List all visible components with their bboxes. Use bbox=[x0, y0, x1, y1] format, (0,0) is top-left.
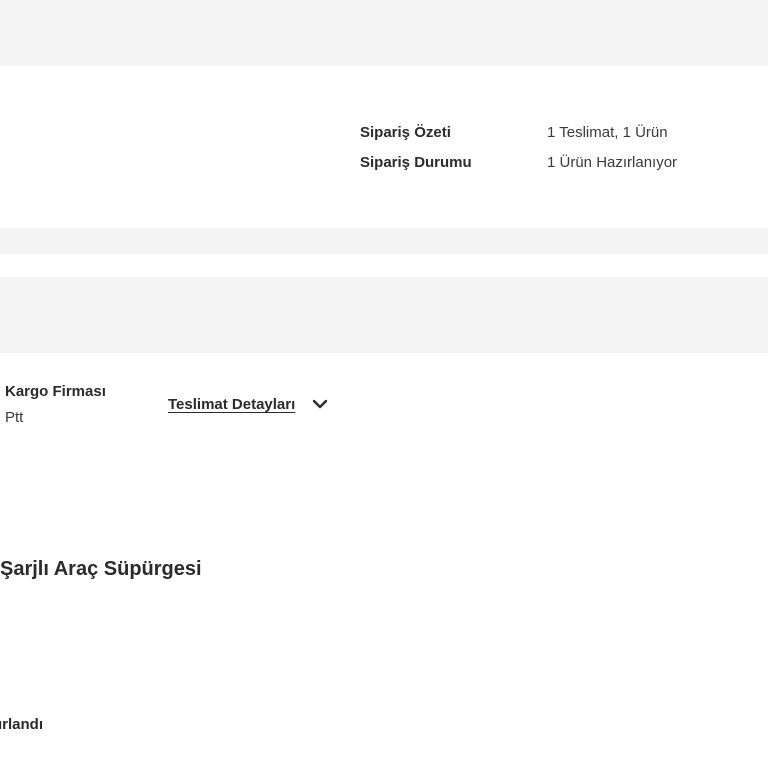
section-divider-band bbox=[0, 228, 768, 254]
top-header-band bbox=[0, 0, 768, 66]
delivery-details-link[interactable]: Teslimat Detayları bbox=[168, 396, 295, 413]
cargo-company-value: Ptt bbox=[5, 409, 24, 426]
order-status-label: Sipariş Durumu bbox=[360, 154, 472, 171]
cargo-company-label: Kargo Firması bbox=[5, 383, 106, 400]
order-status-value: 1 Ürün Hazırlanıyor bbox=[547, 154, 678, 171]
product-status-text: ırlandı bbox=[0, 716, 44, 733]
order-summary-value: 1 Teslimat, 1 Ürün bbox=[547, 124, 668, 141]
chevron-down-icon[interactable] bbox=[311, 395, 329, 413]
order-summary-label: Sipariş Özeti bbox=[360, 124, 451, 141]
shipment-header-band bbox=[0, 277, 768, 353]
product-title[interactable]: Şarjlı Araç Süpürgesi bbox=[0, 558, 202, 581]
order-detail-page: Sipariş Özeti 1 Teslimat, 1 Ürün Sipariş… bbox=[0, 0, 768, 768]
